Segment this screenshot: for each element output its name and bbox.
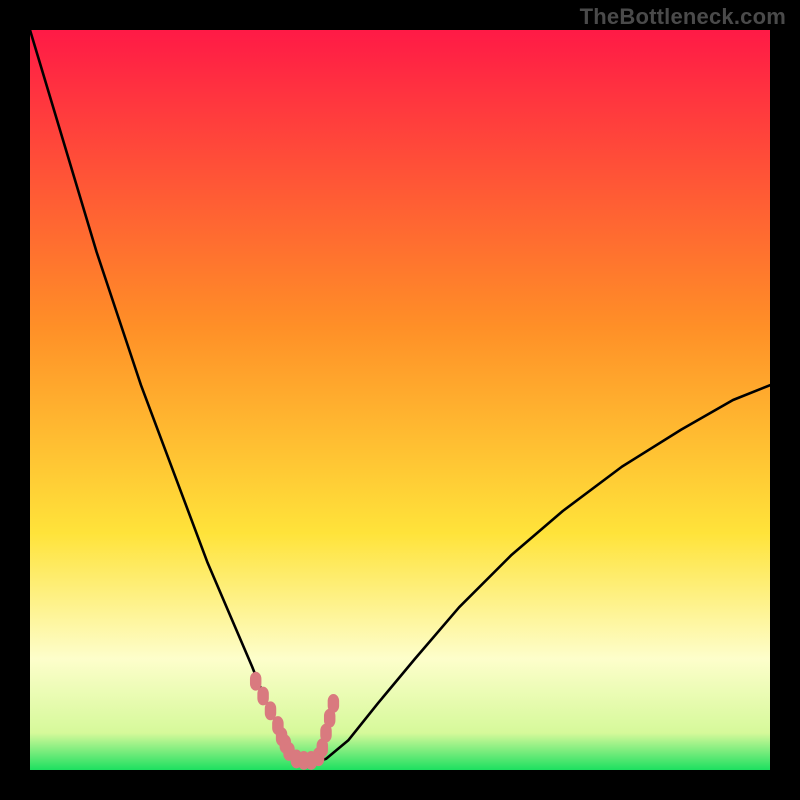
chart-frame: TheBottleneck.com	[0, 0, 800, 800]
watermark-text: TheBottleneck.com	[580, 4, 786, 30]
gradient-background	[30, 30, 770, 770]
plot-area	[30, 30, 770, 770]
